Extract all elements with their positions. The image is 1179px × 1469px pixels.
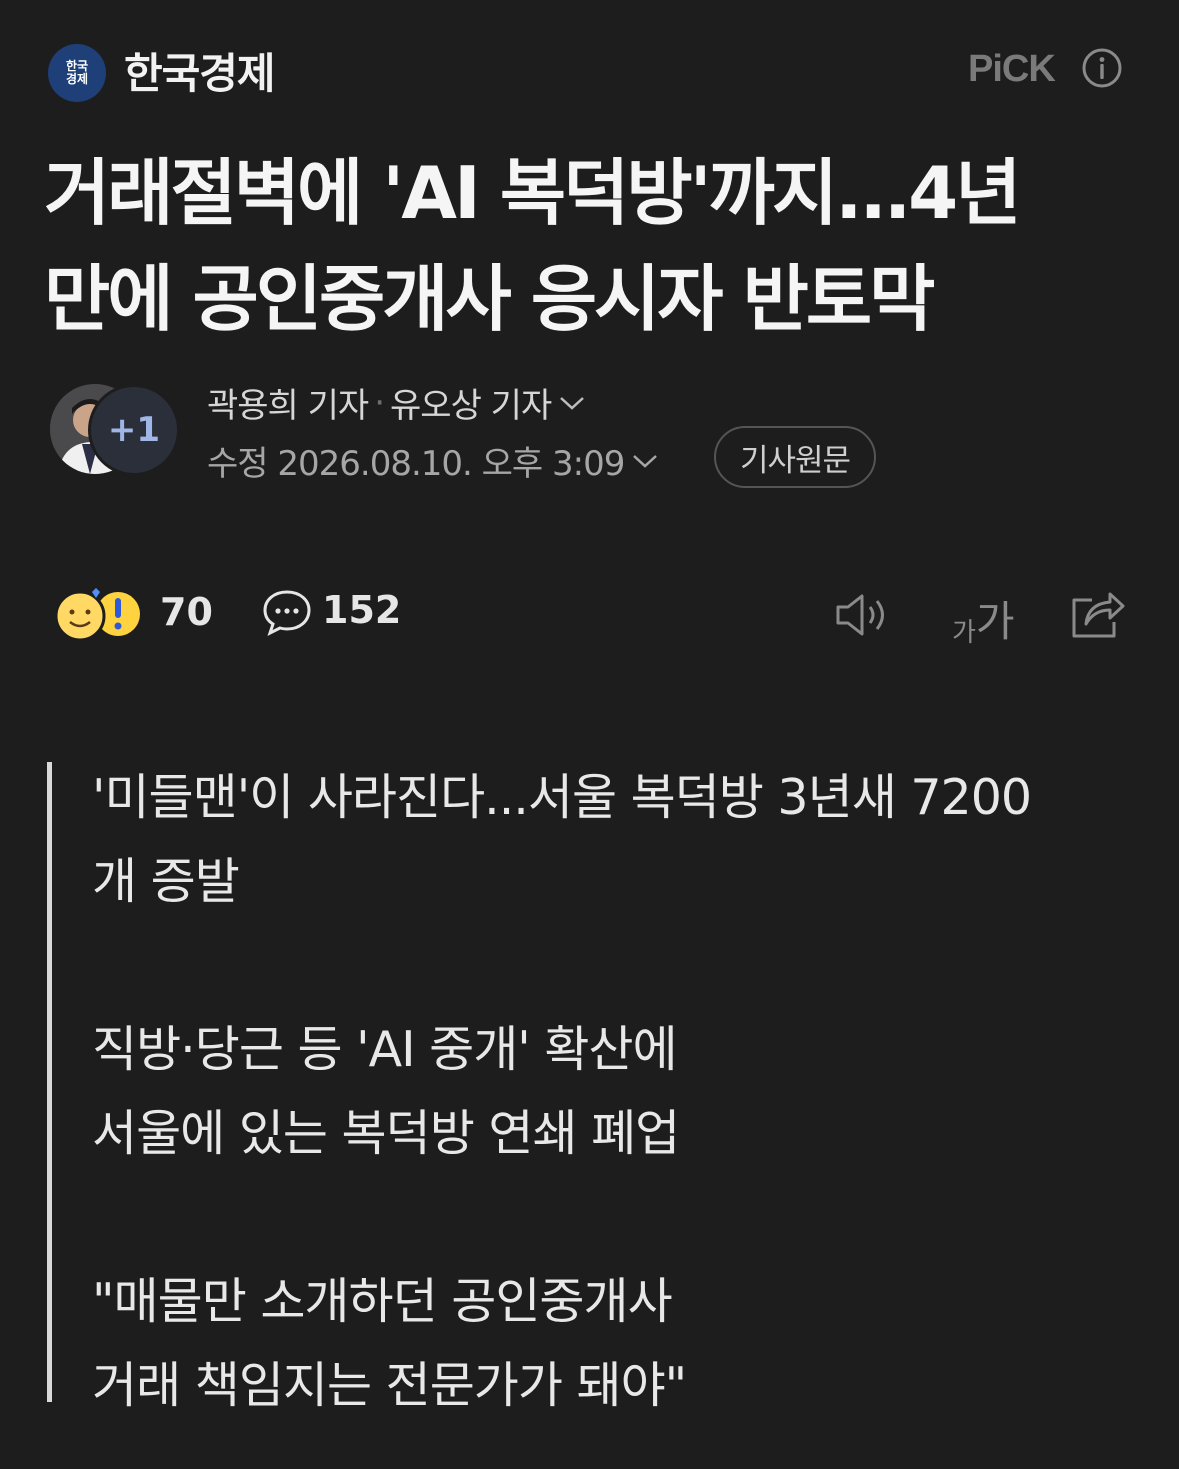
comment-icon[interactable] bbox=[262, 588, 312, 636]
font-size-button[interactable]: 가 가 bbox=[952, 588, 1015, 649]
font-large-label: 가 bbox=[975, 597, 1015, 646]
pick-badge: PiCK bbox=[968, 48, 1056, 90]
headline-line-1: 거래절벽에 'AI 복덕방'까지...4년 bbox=[44, 151, 1022, 235]
chevron-down-icon[interactable] bbox=[557, 393, 587, 413]
comment-count: 152 bbox=[322, 588, 402, 632]
info-icon[interactable] bbox=[1082, 48, 1122, 88]
speaker-icon[interactable] bbox=[834, 590, 892, 640]
press-logo[interactable]: 한국경제 bbox=[48, 44, 106, 102]
original-article-button[interactable]: 기사원문 bbox=[714, 426, 876, 488]
summary-line: '미들맨'이 사라진다...서울 복덕방 3년새 7200 bbox=[92, 769, 1032, 826]
more-reporters-badge[interactable]: +1 bbox=[88, 384, 180, 476]
share-icon[interactable] bbox=[1070, 588, 1126, 640]
summary-quote-bar bbox=[47, 762, 52, 1402]
reporter-names[interactable]: 곽용희 기자 · 유오상 기자 bbox=[207, 378, 587, 427]
summary-line: 거래 책임지는 전문가가 돼야" bbox=[92, 1357, 687, 1414]
headline-line-2: 만에 공인중개사 응시자 반토막 bbox=[44, 257, 935, 341]
date-label: 수정 2026.08.10. 오후 3:09 bbox=[207, 444, 625, 484]
summary-line: 직방·당근 등 'AI 중개' 확산에 bbox=[92, 1021, 678, 1078]
article-date[interactable]: 수정 2026.08.10. 오후 3:09 bbox=[207, 436, 660, 485]
reaction-emoji-icon[interactable] bbox=[52, 586, 148, 642]
summary-line: 개 증발 bbox=[92, 853, 240, 910]
summary-line: 서울에 있는 복덕방 연쇄 폐업 bbox=[92, 1105, 680, 1162]
article-headline: 거래절벽에 'AI 복덕방'까지...4년 만에 공인중개사 응시자 반토막 bbox=[44, 140, 1144, 352]
reporter-separator: · bbox=[374, 382, 385, 423]
chevron-down-icon[interactable] bbox=[630, 451, 660, 471]
font-small-label: 가 bbox=[952, 618, 976, 648]
summary-line: "매물만 소개하던 공인중개사 bbox=[92, 1273, 673, 1330]
reporter-name[interactable]: 곽용희 기자 bbox=[207, 378, 369, 427]
press-name[interactable]: 한국경제 bbox=[124, 40, 276, 101]
reaction-count: 70 bbox=[160, 590, 213, 634]
reporter-name[interactable]: 유오상 기자 bbox=[390, 378, 552, 427]
press-logo-text: 한국경제 bbox=[65, 59, 89, 86]
